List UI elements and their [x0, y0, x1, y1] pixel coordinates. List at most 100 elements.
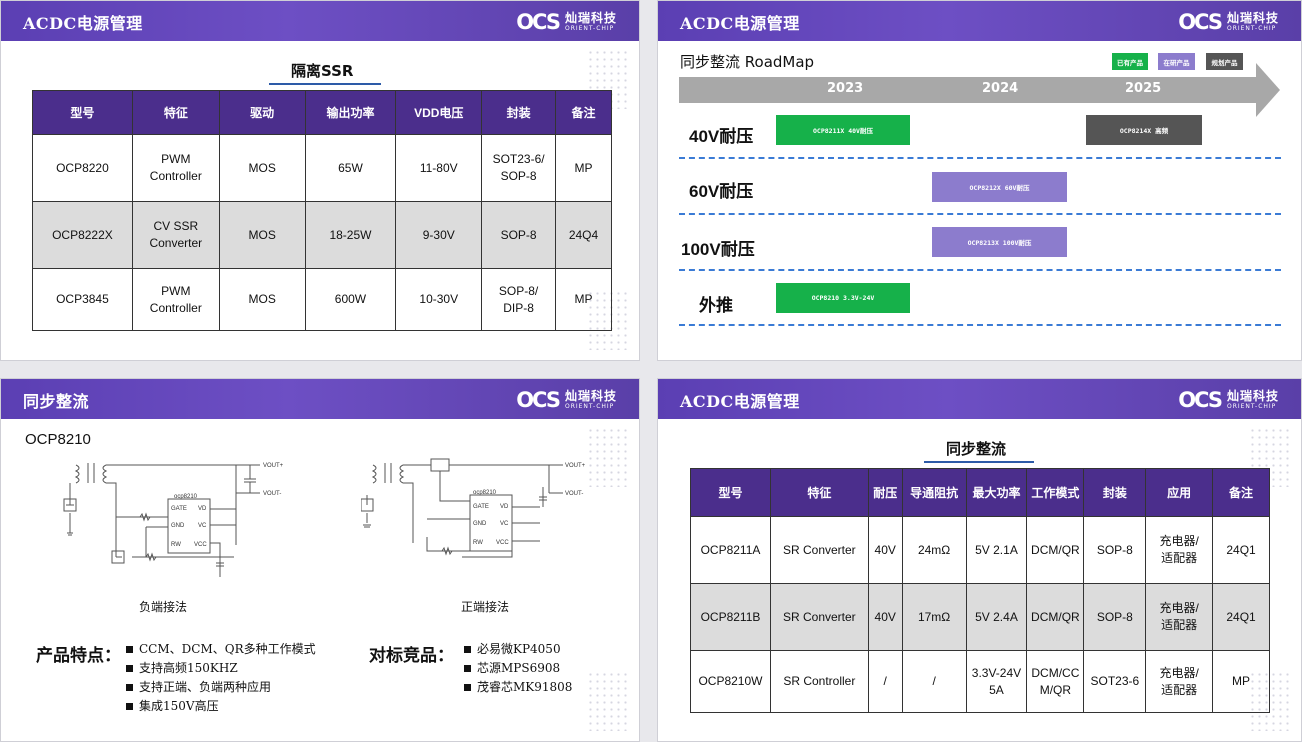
row-label: 60V耐压	[689, 182, 754, 201]
dot-pattern	[587, 671, 631, 731]
timeline-arrow	[679, 77, 1259, 103]
list-item: 茂睿芯MK91808	[464, 678, 572, 697]
column-header: 特征	[769, 468, 869, 517]
table-cell: CV SSR Converter	[131, 201, 220, 269]
table-cell: SOT23-6/SOP-8	[481, 134, 557, 202]
section-title: 同步整流	[924, 438, 1035, 463]
slide-header: ACDC电源管理 OCS 灿瑞科技 ORIENT-CHIP	[658, 379, 1301, 419]
logo-en: ORIENT-CHIP	[1226, 403, 1277, 410]
year-label: 2023	[827, 81, 864, 96]
row-label: 外推	[699, 296, 733, 315]
logo-cn: 灿瑞科技	[564, 11, 617, 25]
slide-ocp8210: 同步整流 OCS 灿瑞科技 ORIENT-CHIP OCP8210 ocp8210…	[0, 378, 640, 742]
product-table: 型号 特征 耐压 导通阻抗 最大功率 工作模式 封装 应用 备注 OCP8211A SR Conve…	[690, 468, 1270, 713]
table-cell: OCP8220	[32, 134, 133, 202]
table-cell: 充电器/适配器	[1145, 650, 1214, 713]
slide-title: ACDC电源管理	[680, 14, 800, 33]
table-cell: MOS	[218, 268, 306, 331]
row-divider	[679, 157, 1281, 159]
table-row: OCP8210W SR Controller //3.3V-24V 5A DCM/CC M…	[690, 650, 1270, 713]
table-cell: DCM/CC M/QR	[1026, 650, 1085, 713]
table-cell: OCP3845	[32, 268, 133, 331]
schematic-positive: ocp8210 GATE GND RW VD VC VCC VOUT+ VOUT…	[361, 458, 586, 558]
list-item: 支持高频150KHZ	[126, 659, 316, 678]
row-divider	[679, 324, 1281, 326]
slide-header: 同步整流 OCS 灿瑞科技 ORIENT-CHIP	[1, 379, 639, 419]
column-header: 驱动	[218, 90, 306, 135]
table-cell: 11-80V	[395, 134, 483, 202]
table-cell: 24Q1	[1212, 583, 1270, 651]
timeline-arrow-head	[1256, 63, 1280, 117]
logo-cn: 灿瑞科技	[1226, 389, 1279, 403]
table-cell: 24mΩ	[901, 516, 967, 584]
product-table: 型号 特征 驱动 输出功率 VDD电压 封装 备注 OCP8220 PWM Controller M…	[32, 90, 612, 331]
pin-label: RW	[473, 540, 483, 546]
pin-label: VD	[500, 504, 509, 510]
competitors-list: 必易微KP4050 芯源MPS6908 茂睿芯MK91808	[464, 640, 572, 697]
pin-label: VCC	[496, 540, 509, 546]
slide-sync-rectifier-table: ACDC电源管理 OCS 灿瑞科技 ORIENT-CHIP 同步整流 型号 特征 耐压…	[657, 378, 1302, 742]
svg-text:ocp8210: ocp8210	[473, 490, 497, 496]
table-cell: 9-30V	[395, 201, 483, 269]
list-item: 支持正端、负端两种应用	[126, 678, 316, 697]
column-header: 特征	[131, 90, 220, 135]
slide-title: 同步整流	[23, 392, 90, 411]
logo-en: ORIENT-CHIP	[1226, 25, 1277, 32]
roadmap-title: 同步整流 RoadMap	[680, 53, 815, 71]
legend-planned: 规划产品	[1206, 53, 1243, 70]
table-cell: /	[867, 650, 903, 713]
column-header: 应用	[1145, 468, 1214, 517]
table-row: OCP8222X CV SSR Converter MOS 18-25W 9-30V SOP…	[32, 201, 612, 269]
table-cell: 10-30V	[395, 268, 483, 331]
vout-neg-label: VOUT-	[263, 491, 281, 497]
pin-label: GND	[473, 521, 487, 527]
chip-label: ocp8210	[174, 494, 198, 500]
pin-label: VC	[198, 523, 207, 529]
table-row: OCP8211B SR Converter 40V 17mΩ 5V 2.4A DCM/QR…	[690, 583, 1270, 651]
table-row: OCP8211A SR Converter 40V 24mΩ 5V 2.1A DCM/QR…	[690, 516, 1270, 584]
competitors-label: 对标竞品：	[369, 646, 454, 665]
table-cell: 17mΩ	[901, 583, 967, 651]
pin-label: GATE	[171, 506, 187, 512]
column-header: 工作模式	[1026, 468, 1085, 517]
section-title: 隔离SSR	[269, 60, 382, 85]
table-cell: 3.3V-24V 5A	[965, 650, 1028, 713]
table-cell: PWM Controller	[131, 268, 220, 331]
roadmap-bar: OCP8213X 100V耐压	[932, 227, 1067, 257]
table-row: OCP8220 PWM Controller MOS 65W 11-80V SOT23-6/…	[32, 134, 612, 202]
column-header: 备注	[555, 90, 612, 135]
logo-cn: 灿瑞科技	[564, 389, 617, 403]
table-cell: DCM/QR	[1026, 583, 1085, 651]
vout-pos-label: VOUT+	[565, 463, 586, 469]
table-cell: SR Converter	[769, 516, 869, 584]
column-header: 最大功率	[965, 468, 1028, 517]
column-header: 型号	[32, 90, 133, 135]
pin-label: VC	[500, 521, 509, 527]
column-header: 型号	[690, 468, 771, 517]
column-header: 导通阻抗	[901, 468, 967, 517]
table-cell: SOT23-6	[1083, 650, 1147, 713]
table-cell: OCP8210W	[690, 650, 771, 713]
table-cell: OCP8211B	[690, 583, 771, 651]
column-header: 耐压	[867, 468, 903, 517]
schematic-negative: ocp8210 GATE GND RW VD VC VCC VOUT+ VOUT…	[63, 463, 284, 577]
table-cell: 5V 2.1A	[965, 516, 1028, 584]
logo-mark: OCS	[516, 387, 561, 412]
roadmap-bar: OCP8211X 40V耐压	[776, 115, 910, 145]
pin-label: GND	[171, 523, 185, 529]
table-cell: 24Q4	[555, 201, 612, 269]
logo-mark: OCS	[516, 9, 561, 34]
column-header: 封装	[481, 90, 557, 135]
table-cell: 24Q1	[1212, 516, 1270, 584]
vout-neg-label: VOUT-	[565, 491, 583, 497]
table-cell: 充电器/适配器	[1145, 516, 1214, 584]
table-cell: MP	[1212, 650, 1270, 713]
logo-mark: OCS	[1178, 9, 1223, 34]
schematic-caption: 负端接法	[139, 600, 188, 614]
logo-en: ORIENT-CHIP	[564, 25, 615, 32]
list-item: 集成150V高压	[126, 697, 316, 716]
table-cell: SR Controller	[769, 650, 869, 713]
roadmap-bar: OCP8212X 60V耐压	[932, 172, 1067, 202]
year-label: 2024	[982, 81, 1019, 96]
table-cell: 65W	[304, 134, 397, 202]
